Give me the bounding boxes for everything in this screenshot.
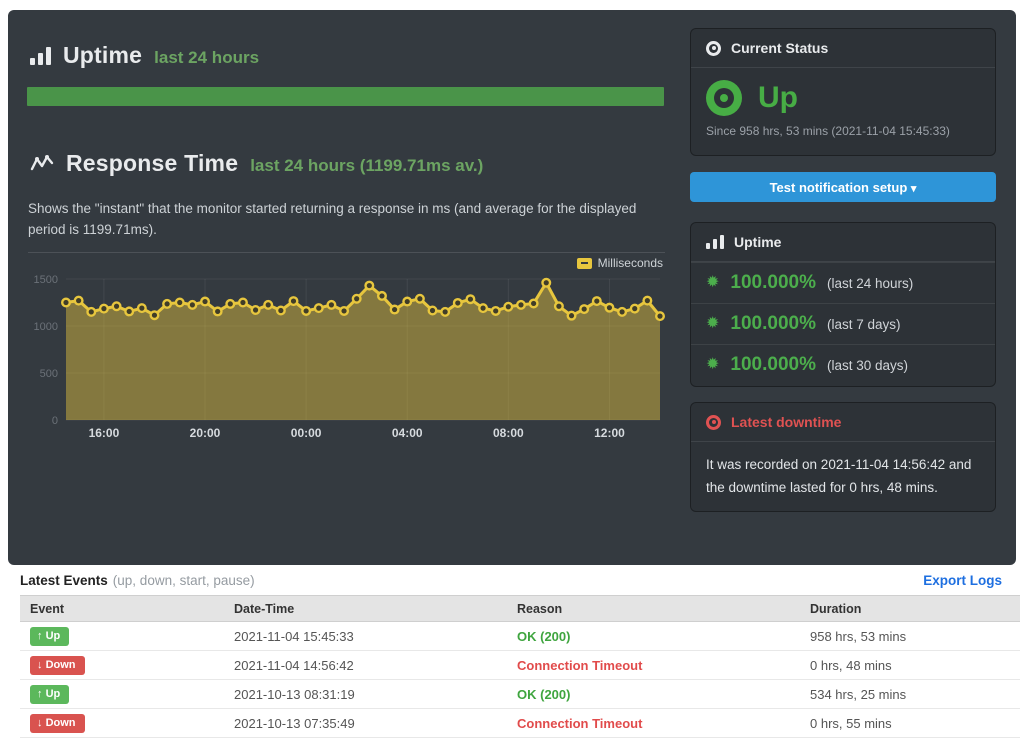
burst-icon: ✹ <box>706 316 719 332</box>
event-reason: Connection Timeout <box>517 716 642 731</box>
uptime-value: 100.000% <box>730 313 816 335</box>
uptime-summary-title: Uptime <box>734 234 781 250</box>
chart-canvas: 0 500 1000 1500 16:00 20:00 00:00 04:00 08:00 12:… <box>28 272 665 442</box>
current-status-header: Current Status <box>691 29 995 68</box>
column-duration: Duration <box>800 596 1020 622</box>
status-value: Up <box>758 81 798 115</box>
burst-icon: ✹ <box>706 275 719 291</box>
table-row: ↓ Down 2021-10-13 07:35:49 Connection Ti… <box>20 709 1020 738</box>
column-reason: Reason <box>507 596 800 622</box>
table-row: ↓ Down 2021-11-04 14:56:42 Connection Ti… <box>20 651 1020 680</box>
uptime-value: 100.000% <box>730 272 816 294</box>
event-datetime: 2021-11-04 15:45:33 <box>224 622 507 651</box>
response-time-chart: Milliseconds 0 500 1000 1500 16:00 20:00 00:00… <box>28 256 665 442</box>
latest-downtime-header: Latest downtime <box>691 403 995 442</box>
uptime-heading: Uptime last 24 hours <box>30 42 259 69</box>
table-row: ↑ Up 2021-10-13 08:31:19 OK (200) 534 hr… <box>20 680 1020 709</box>
event-datetime: 2021-11-04 14:56:42 <box>224 651 507 680</box>
svg-text:08:00: 08:00 <box>493 426 524 440</box>
table-row: ↑ Up 2021-11-04 15:45:33 OK (200) 958 hr… <box>20 622 1020 651</box>
svg-text:20:00: 20:00 <box>190 426 221 440</box>
event-duration: 0 hrs, 48 mins <box>800 651 1020 680</box>
event-datetime: 2021-10-13 07:35:49 <box>224 709 507 738</box>
event-duration: 958 hrs, 53 mins <box>800 622 1020 651</box>
bar-chart-icon <box>706 235 724 249</box>
svg-text:0: 0 <box>52 415 58 427</box>
column-event: Event <box>20 596 224 622</box>
up-arrow-icon: ↑ <box>37 688 43 700</box>
chart-legend[interactable]: Milliseconds <box>577 256 663 270</box>
latest-events-title: Latest Events <box>20 573 108 588</box>
latest-downtime-title: Latest downtime <box>731 414 841 430</box>
status-since-text: Since 958 hrs, 53 mins (2021-11-04 15:45… <box>706 124 980 138</box>
current-status-title: Current Status <box>731 40 828 56</box>
uptime-row-24h: ✹ 100.000% (last 24 hours) <box>691 262 995 303</box>
svg-text:04:00: 04:00 <box>392 426 423 440</box>
uptime-summary-header: Uptime <box>691 223 995 262</box>
uptime-row-30d: ✹ 100.000% (last 30 days) <box>691 344 995 385</box>
uptime-period: (last 24 hours) <box>827 276 913 291</box>
legend-label: Milliseconds <box>598 256 663 270</box>
status-dot-icon <box>706 41 721 56</box>
downtime-dot-icon <box>706 415 721 430</box>
response-time-subtitle: last 24 hours (1199.71ms av.) <box>250 152 483 176</box>
event-duration: 534 hrs, 25 mins <box>800 680 1020 709</box>
column-datetime: Date-Time <box>224 596 507 622</box>
svg-text:500: 500 <box>40 368 58 380</box>
uptime-summary-card: Uptime ✹ 100.000% (last 24 hours) ✹ 100.… <box>690 222 996 387</box>
current-status-card: Current Status Up Since 958 hrs, 53 mins… <box>690 28 996 156</box>
events-table: Event Date-Time Reason Duration ↑ Up 202… <box>20 595 1020 738</box>
down-badge: ↓ Down <box>30 656 85 675</box>
event-reason: OK (200) <box>517 629 570 644</box>
uptime-subtitle: last 24 hours <box>154 44 259 68</box>
latest-events-subtitle: (up, down, start, pause) <box>113 573 255 588</box>
down-badge: ↓ Down <box>30 714 85 733</box>
event-datetime: 2021-10-13 08:31:19 <box>224 680 507 709</box>
response-time-heading: Response Time last 24 hours (1199.71ms a… <box>30 150 483 177</box>
test-notification-label: Test notification setup <box>770 180 908 195</box>
svg-text:16:00: 16:00 <box>89 426 120 440</box>
svg-text:12:00: 12:00 <box>594 426 625 440</box>
svg-text:1000: 1000 <box>34 321 58 333</box>
legend-swatch-icon <box>577 258 592 269</box>
svg-text:00:00: 00:00 <box>291 426 322 440</box>
test-notification-button[interactable]: Test notification setup ▾ <box>690 172 996 202</box>
event-duration: 0 hrs, 55 mins <box>800 709 1020 738</box>
up-badge: ↑ Up <box>30 685 69 704</box>
latest-downtime-text: It was recorded on 2021-11-04 14:56:42 a… <box>691 442 995 510</box>
event-reason: OK (200) <box>517 687 570 702</box>
event-reason: Connection Timeout <box>517 658 642 673</box>
export-logs-link[interactable]: Export Logs <box>923 573 1002 588</box>
uptime-row-7d: ✹ 100.000% (last 7 days) <box>691 303 995 344</box>
up-badge: ↑ Up <box>30 627 69 646</box>
status-page-panel: Uptime last 24 hours Response Time last … <box>8 10 1016 565</box>
up-status-icon <box>706 80 742 116</box>
bar-chart-icon <box>30 47 51 65</box>
line-chart-icon <box>30 154 54 174</box>
response-time-title: Response Time <box>66 150 238 177</box>
caret-down-icon: ▾ <box>911 183 917 195</box>
uptime-value: 100.000% <box>730 354 816 376</box>
response-time-description: Shows the "instant" that the monitor sta… <box>28 198 672 240</box>
uptime-progress-bar <box>27 87 664 106</box>
uptime-period: (last 30 days) <box>827 358 908 373</box>
down-arrow-icon: ↓ <box>37 659 43 671</box>
divider <box>28 252 665 253</box>
uptime-title: Uptime <box>63 42 142 69</box>
events-table-header-row: Event Date-Time Reason Duration <box>20 596 1020 622</box>
uptime-period: (last 7 days) <box>827 317 901 332</box>
latest-downtime-card: Latest downtime It was recorded on 2021-… <box>690 402 996 512</box>
latest-events-section: Latest Events (up, down, start, pause) E… <box>0 565 1024 742</box>
svg-text:1500: 1500 <box>34 274 58 286</box>
burst-icon: ✹ <box>706 357 719 373</box>
up-arrow-icon: ↑ <box>37 630 43 642</box>
down-arrow-icon: ↓ <box>37 717 43 729</box>
